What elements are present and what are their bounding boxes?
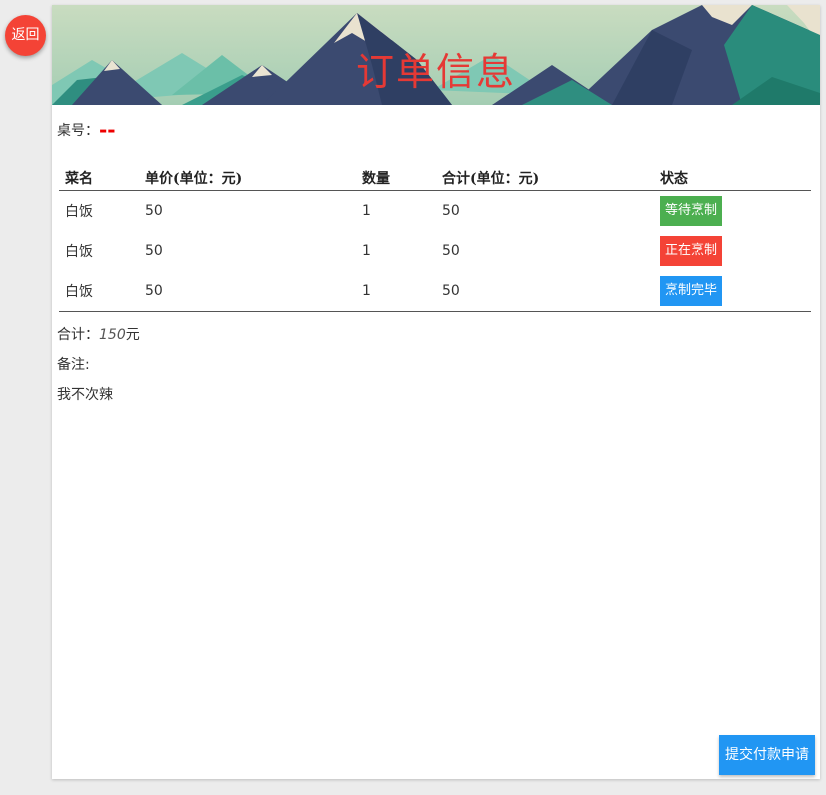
- table-row: 白饭 50 1 50 正在烹制: [59, 231, 811, 271]
- header-status: 状态: [654, 165, 811, 191]
- mountain-banner: 订单信息: [52, 5, 820, 105]
- total-label: 合计：: [57, 327, 99, 343]
- status-cell: 正在烹制: [654, 231, 811, 271]
- dish-name: 白饭: [65, 204, 93, 220]
- table-row: 白饭 50 1 50 等待烹制: [59, 191, 811, 232]
- remark-label: 备注:: [57, 357, 90, 373]
- total-amount: 150: [99, 327, 126, 343]
- status-badge-cooking[interactable]: 正在烹制: [660, 236, 723, 266]
- table-row: 白饭 50 1 50 烹制完毕: [59, 271, 811, 312]
- page-title: 订单信息: [355, 50, 516, 94]
- submit-payment-button[interactable]: 提交付款申请: [719, 735, 815, 775]
- table-header-row: 菜名 单价(单位：元) 数量 合计(单位：元) 状态: [59, 165, 811, 191]
- order-total: 合计：150元: [57, 324, 140, 344]
- order-card: 订单信息 桌号：-- 菜名 单价(单位：元) 数量 合计(单位：元) 状态 白饭…: [52, 5, 820, 779]
- subtotal: 50: [442, 203, 460, 219]
- subtotal: 50: [442, 243, 460, 259]
- unit-price: 50: [145, 203, 163, 219]
- back-button[interactable]: 返回: [5, 15, 46, 56]
- order-table: 菜名 单价(单位：元) 数量 合计(单位：元) 状态 白饭 50 1 50 等待…: [59, 165, 811, 312]
- dish-name: 白饭: [59, 271, 139, 312]
- quantity: 1: [356, 271, 436, 312]
- table-number-value: --: [99, 118, 116, 142]
- status-badge-waiting[interactable]: 等待烹制: [660, 196, 723, 226]
- table-number-label: 桌号：: [57, 123, 99, 139]
- remark-text: 我不次辣: [57, 387, 113, 403]
- header-subtotal: 合计(单位：元): [436, 165, 654, 191]
- header-dish-name: 菜名: [59, 165, 139, 191]
- header-unit-price: 单价(单位：元): [139, 165, 356, 191]
- unit-price: 50: [145, 243, 163, 259]
- subtotal: 50: [436, 271, 654, 312]
- status-cell: 等待烹制: [654, 191, 811, 232]
- quantity: 1: [362, 243, 371, 259]
- quantity: 1: [362, 203, 371, 219]
- total-unit: 元: [125, 327, 140, 343]
- table-number: 桌号：--: [57, 118, 116, 142]
- unit-price: 50: [139, 271, 356, 312]
- status-cell: 烹制完毕: [654, 271, 811, 312]
- header-quantity: 数量: [356, 165, 436, 191]
- status-badge-done[interactable]: 烹制完毕: [660, 276, 723, 306]
- dish-name: 白饭: [65, 244, 93, 260]
